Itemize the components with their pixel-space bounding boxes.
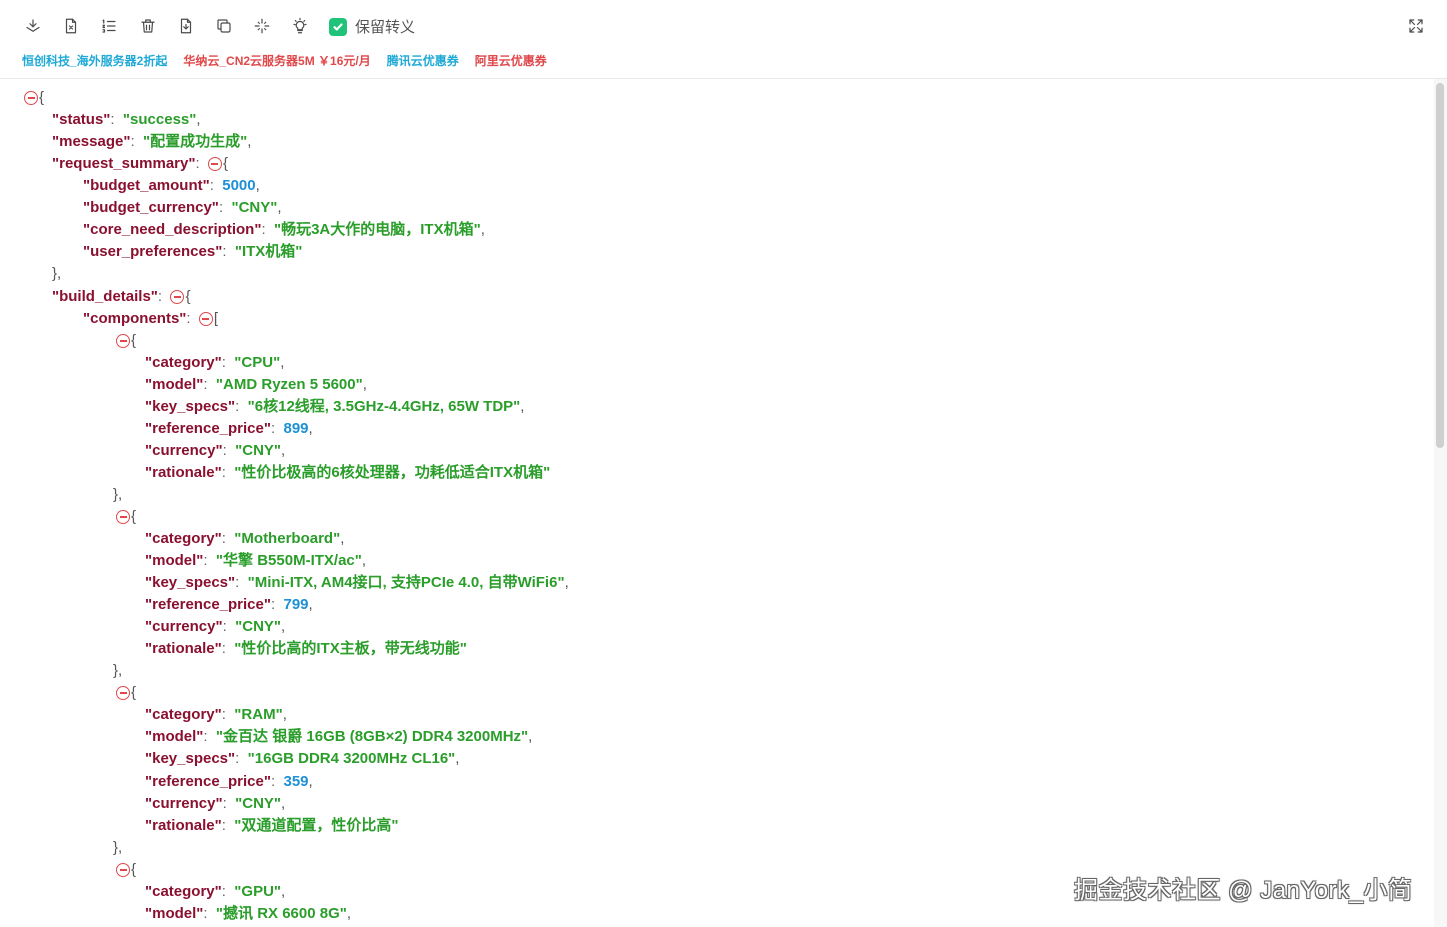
json-line: "status": "success",: [52, 111, 201, 128]
message-value: 配置成功生成: [150, 133, 241, 150]
toolbar: 保留转义: [0, 0, 1447, 52]
json-line: "key_specs": "16GB DDR4 3200MHz CL16",: [145, 750, 460, 767]
json-line: },: [113, 839, 123, 856]
json-line: "rationale": "双通道配置，性价比高": [145, 817, 399, 834]
json-line: },: [52, 265, 62, 282]
component-currency: CNY: [242, 618, 274, 635]
component-category: Motherboard: [241, 530, 334, 547]
budget-currency-value: CNY: [238, 199, 271, 216]
collapse-toggle-icon[interactable]: [170, 290, 185, 304]
json-line: {: [116, 506, 136, 528]
json-line: "currency": "CNY",: [145, 618, 286, 635]
collapse-toggle-icon[interactable]: [207, 157, 222, 171]
component-category: RAM: [241, 706, 276, 723]
json-line: {: [116, 682, 136, 704]
component-category: GPU: [241, 883, 274, 900]
promo-link-aliyun[interactable]: 阿里云优惠券: [475, 52, 547, 70]
layers-icon[interactable]: [21, 14, 45, 38]
component-key-specs: Mini-ITX, AM4接口, 支持PCIe 4.0, 自带WiFi6: [254, 574, 558, 591]
file-download-icon[interactable]: [174, 14, 198, 38]
json-line: "category": "RAM",: [145, 706, 287, 723]
status-value: success: [130, 111, 190, 128]
json-line: "rationale": "性价比高的ITX主板，带无线功能": [145, 640, 467, 657]
json-line: "message": "配置成功生成",: [52, 133, 252, 150]
json-line: "key_specs": "Mini-ITX, AM4接口, 支持PCIe 4.…: [145, 574, 569, 591]
sparkle-icon[interactable]: [250, 14, 274, 38]
json-line: "currency": "CNY",: [145, 795, 286, 812]
json-line: "rationale": "性价比极高的6核处理器，功耗低适合ITX机箱": [145, 464, 551, 481]
json-line: "core_need_description": "畅玩3A大作的电脑，ITX机…: [83, 221, 485, 238]
check-icon[interactable]: [329, 17, 347, 36]
collapse-toggle-icon[interactable]: [198, 312, 213, 326]
json-line: "budget_currency": "CNY",: [83, 199, 282, 216]
json-line: "category": "GPU",: [145, 883, 286, 900]
component-price: 899: [283, 420, 309, 437]
component-key-specs: 6核12线程, 3.5GHz-4.4GHz, 65W TDP: [254, 398, 514, 415]
scrollbar-thumb[interactable]: [1436, 83, 1444, 448]
watermark: 掘金技术社区 @ JanYork_小简: [1074, 877, 1413, 904]
json-line: "reference_price": 799,: [145, 596, 313, 613]
promo-link-tencent[interactable]: 腾讯云优惠券: [387, 52, 459, 70]
trash-icon[interactable]: [136, 14, 160, 38]
user-preferences-value: ITX机箱: [241, 243, 296, 260]
core-need-value: 畅玩3A大作的电脑，ITX机箱: [281, 221, 474, 238]
json-line: },: [113, 662, 123, 679]
component-category: CPU: [241, 354, 274, 371]
json-line: "category": "CPU",: [145, 354, 285, 371]
collapse-toggle-icon[interactable]: [116, 510, 130, 524]
json-line: "model": "金百达 银爵 16GB (8GB×2) DDR4 3200M…: [145, 728, 533, 745]
json-line: "build_details": {: [52, 288, 191, 305]
collapse-toggle-icon[interactable]: [116, 334, 130, 348]
component-key-specs: 16GB DDR4 3200MHz CL16: [254, 750, 449, 767]
json-line: {: [116, 330, 136, 352]
component-model: 撼讯 RX 6600 8G: [223, 905, 340, 922]
component-rationale: 性价比极高的6核处理器，功耗低适合ITX机箱: [241, 464, 544, 481]
component-currency: CNY: [242, 442, 274, 459]
promo-link-hengchuang[interactable]: 恒创科技_海外服务器2折起: [22, 52, 167, 70]
file-x-icon[interactable]: [59, 14, 83, 38]
json-line: "components": [: [83, 310, 219, 327]
keep-escape-checkbox[interactable]: 保留转义: [329, 16, 415, 37]
component-model: 金百达 银爵 16GB (8GB×2) DDR4 3200MHz: [223, 728, 522, 745]
json-line: "model": "撼讯 RX 6600 8G",: [145, 905, 352, 922]
component-rationale: 双通道配置，性价比高: [241, 817, 392, 834]
component-rationale: 性价比高的ITX主板，带无线功能: [241, 640, 460, 657]
promo-links: 恒创科技_海外服务器2折起 华纳云_CN2云服务器5M ￥16元/月 腾讯云优惠…: [22, 52, 547, 70]
json-line: "reference_price": 359,: [145, 773, 313, 790]
json-line: "model": "华擎 B550M-ITX/ac",: [145, 552, 367, 569]
collapse-toggle-icon[interactable]: [116, 686, 130, 700]
component-currency: CNY: [242, 795, 274, 812]
copy-icon[interactable]: [212, 14, 236, 38]
promo-link-huanayun[interactable]: 华纳云_CN2云服务器5M ￥16元/月: [183, 52, 370, 70]
json-line: "category": "Motherboard",: [145, 530, 345, 547]
json-viewer: { "status": "success", "message": "配置成功生…: [0, 79, 1434, 927]
json-line: "key_specs": "6核12线程, 3.5GHz-4.4GHz, 65W…: [145, 398, 525, 415]
collapse-toggle-icon[interactable]: [24, 91, 38, 105]
json-line: {: [24, 87, 44, 109]
json-line: "user_preferences": "ITX机箱": [83, 243, 303, 260]
component-price: 799: [283, 596, 309, 613]
json-line: "currency": "CNY",: [145, 442, 286, 459]
json-line: "model": "AMD Ryzen 5 5600",: [145, 376, 367, 393]
keep-escape-label[interactable]: 保留转义: [355, 16, 415, 37]
collapse-toggle-icon[interactable]: [116, 863, 130, 877]
lightbulb-icon[interactable]: [288, 14, 312, 38]
json-line: "request_summary": {: [52, 155, 228, 172]
json-line: "budget_amount": 5000,: [83, 177, 260, 194]
fullscreen-icon[interactable]: [1404, 14, 1428, 38]
budget-amount-value: 5000: [222, 177, 256, 194]
component-model: AMD Ryzen 5 5600: [223, 376, 356, 393]
vertical-scrollbar[interactable]: [1434, 79, 1447, 927]
json-line: {: [116, 859, 136, 881]
json-line: },: [113, 486, 123, 503]
list-ordered-icon[interactable]: [97, 14, 121, 38]
component-model: 华擎 B550M-ITX/ac: [223, 552, 355, 569]
component-price: 359: [283, 773, 309, 790]
json-line: "reference_price": 899,: [145, 420, 313, 437]
